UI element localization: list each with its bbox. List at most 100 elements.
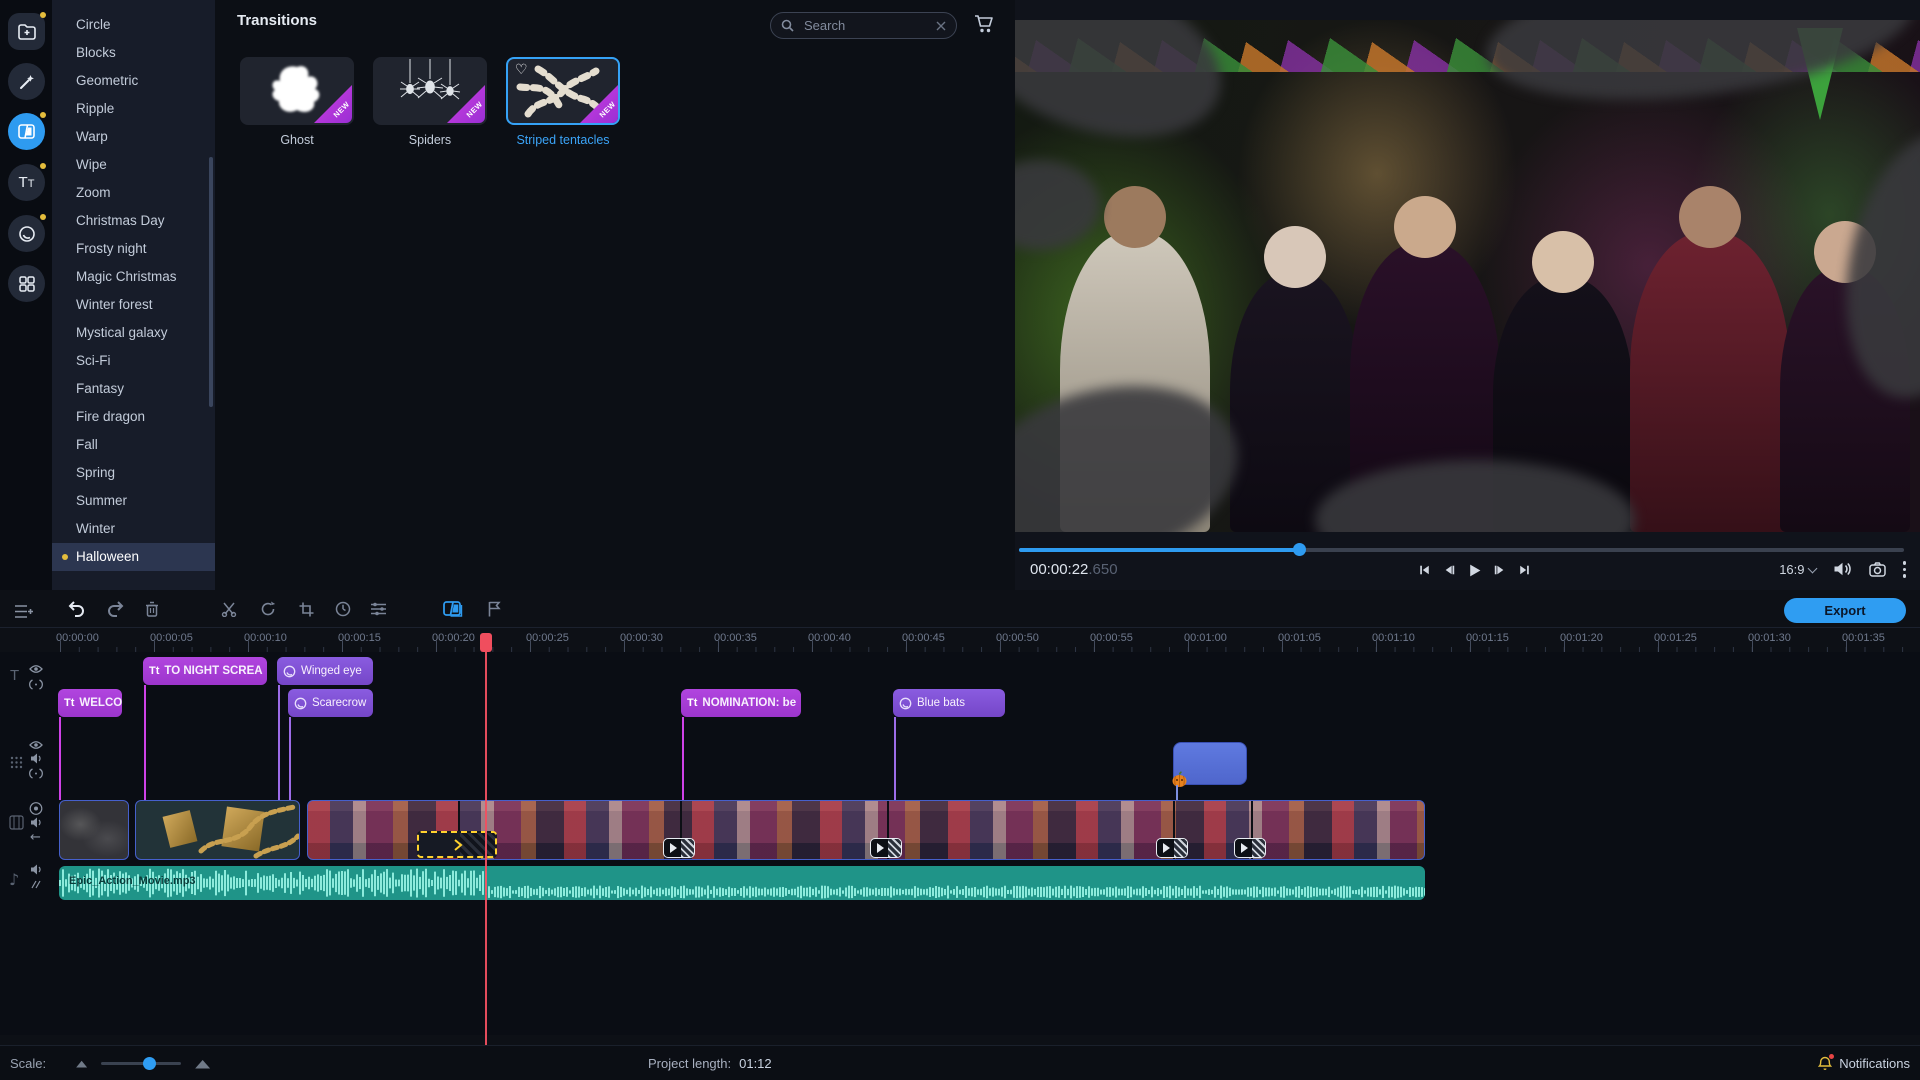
category-zoom[interactable]: Zoom: [52, 179, 215, 207]
category-spring[interactable]: Spring: [52, 459, 215, 487]
ruler-label: 00:00:00: [56, 632, 99, 644]
sticker-title-clip-blue-bats[interactable]: Blue bats: [893, 689, 1005, 717]
aspect-ratio-select[interactable]: 16:9: [1779, 562, 1815, 577]
audio-clip[interactable]: Epic_Action_Movie.mp3: [59, 866, 1425, 900]
app-window: TT CircleBlocksGeometricRippleWarpWipeZo…: [0, 0, 1920, 1080]
video-clip[interactable]: [135, 800, 300, 860]
crop-button[interactable]: [295, 598, 317, 620]
category-blocks[interactable]: Blocks: [52, 39, 215, 67]
transition-arrow-icon: [1241, 843, 1248, 853]
playhead-marker[interactable]: [480, 633, 492, 652]
store-cart-icon[interactable]: [973, 14, 995, 34]
category-fire-dragon[interactable]: Fire dragon: [52, 403, 215, 431]
category-halloween[interactable]: Halloween: [52, 543, 215, 571]
skip-to-end-button[interactable]: [1515, 562, 1533, 578]
transition-name: Spiders: [373, 133, 487, 147]
category-fantasy[interactable]: Fantasy: [52, 375, 215, 403]
clear-search-icon[interactable]: [936, 21, 946, 31]
audio-track-mute-toggle[interactable]: [30, 864, 42, 875]
category-wipe[interactable]: Wipe: [52, 151, 215, 179]
category-frosty-night[interactable]: Frosty night: [52, 235, 215, 263]
clip-speed-button[interactable]: [332, 598, 354, 620]
sticker-clip[interactable]: [1173, 742, 1247, 785]
title-clip-welco[interactable]: TtWELCO: [58, 689, 122, 717]
transition-thumbnail[interactable]: NEW: [240, 57, 354, 125]
applied-transition-badge[interactable]: [870, 838, 902, 858]
clip-properties-button[interactable]: [367, 598, 389, 620]
video-clip[interactable]: [59, 800, 129, 860]
category-scrollbar[interactable]: [209, 157, 213, 407]
sticker-title-clip-winged-eye[interactable]: Winged eye: [277, 657, 373, 685]
magic-wand-button[interactable]: [8, 63, 45, 100]
category-winter-forest[interactable]: Winter forest: [52, 291, 215, 319]
search-box[interactable]: [770, 12, 957, 39]
titles-tab-button[interactable]: TT: [8, 164, 45, 201]
category-geometric[interactable]: Geometric: [52, 67, 215, 95]
category-warp[interactable]: Warp: [52, 123, 215, 151]
zoom-out-button[interactable]: [76, 1060, 87, 1068]
overlay-track-mute-toggle[interactable]: [30, 753, 42, 764]
volume-icon[interactable]: [1833, 561, 1852, 577]
overlay-track-link-toggle[interactable]: [29, 768, 43, 779]
overlay-track-visibility-toggle[interactable]: [29, 740, 43, 750]
category-mystical-galaxy[interactable]: Mystical galaxy: [52, 319, 215, 347]
delete-button[interactable]: [141, 598, 163, 620]
title-clip-to-night-screa[interactable]: TtTO NIGHT SCREA: [143, 657, 267, 685]
timecode-milliseconds: .650: [1088, 561, 1117, 578]
zoom-slider-handle[interactable]: [143, 1057, 156, 1070]
notifications-button[interactable]: Notifications: [1818, 1046, 1910, 1080]
category-summer[interactable]: Summer: [52, 487, 215, 515]
export-button[interactable]: Export: [1784, 598, 1906, 623]
category-magic-christmas[interactable]: Magic Christmas: [52, 263, 215, 291]
play-button[interactable]: [1465, 562, 1483, 578]
search-input[interactable]: [802, 17, 928, 34]
transition-name: Ghost: [240, 133, 354, 147]
add-track-button[interactable]: [14, 603, 34, 620]
previous-frame-button[interactable]: [1440, 562, 1458, 578]
audio-track-unlink-toggle[interactable]: [30, 879, 42, 890]
category-winter[interactable]: Winter: [52, 515, 215, 543]
title-clip-nomination-be[interactable]: TtNOMINATION: be: [681, 689, 801, 717]
transitions-tab-button[interactable]: [8, 113, 45, 150]
favorite-heart-icon[interactable]: ♡: [515, 62, 528, 78]
video-track-mute-toggle[interactable]: [30, 817, 42, 828]
next-frame-button[interactable]: [1490, 562, 1508, 578]
redo-button[interactable]: [105, 598, 127, 620]
ruler-label: 00:01:00: [1184, 632, 1227, 644]
video-track-back-arrow[interactable]: ←: [30, 830, 41, 845]
category-christmas-day[interactable]: Christmas Day: [52, 207, 215, 235]
title-track-link-toggle[interactable]: [29, 679, 43, 690]
timeline-ruler[interactable]: 00:00:0000:00:0500:00:1000:00:1500:00:20…: [0, 627, 1920, 652]
import-button[interactable]: [8, 13, 45, 50]
stickers-tab-button[interactable]: [8, 215, 45, 252]
transition-card-spiders[interactable]: NEW Spiders: [373, 57, 487, 147]
undo-button[interactable]: [65, 598, 87, 620]
title-track-visibility-toggle[interactable]: [29, 664, 43, 674]
more-options-menu[interactable]: [1903, 561, 1907, 578]
transition-card-ghost[interactable]: NEW Ghost: [240, 57, 354, 147]
transition-thumbnail[interactable]: NEW: [373, 57, 487, 125]
transition-thumbnail[interactable]: ♡ NEW: [506, 57, 620, 125]
applied-transition-badge[interactable]: [1156, 838, 1188, 858]
category-sci-fi[interactable]: Sci-Fi: [52, 347, 215, 375]
video-track-visibility-toggle[interactable]: [29, 802, 43, 815]
applied-transition-badge[interactable]: [1234, 838, 1266, 858]
rotate-button[interactable]: [257, 598, 279, 620]
category-circle[interactable]: Circle: [52, 11, 215, 39]
seek-bar[interactable]: [1019, 548, 1904, 552]
category-ripple[interactable]: Ripple: [52, 95, 215, 123]
transition-card-striped-tentacles[interactable]: ♡ NEW Striped tentacles: [506, 57, 620, 147]
split-scissors-button[interactable]: [218, 598, 240, 620]
category-fall[interactable]: Fall: [52, 431, 215, 459]
zoom-in-button[interactable]: [195, 1059, 210, 1069]
sticker-title-clip-scarecrow[interactable]: Scarecrow: [288, 689, 373, 717]
timeline-zoom-slider[interactable]: [101, 1062, 181, 1065]
snapshot-camera-icon[interactable]: [1869, 562, 1886, 577]
skip-to-start-button[interactable]: [1415, 562, 1433, 578]
applied-transition-badge[interactable]: [663, 838, 695, 858]
more-tools-button[interactable]: [8, 265, 45, 302]
seek-handle[interactable]: [1293, 543, 1306, 556]
transition-wizard-button[interactable]: [442, 598, 464, 620]
preview-video[interactable]: [1015, 20, 1920, 532]
marker-flag-button[interactable]: [483, 598, 505, 620]
